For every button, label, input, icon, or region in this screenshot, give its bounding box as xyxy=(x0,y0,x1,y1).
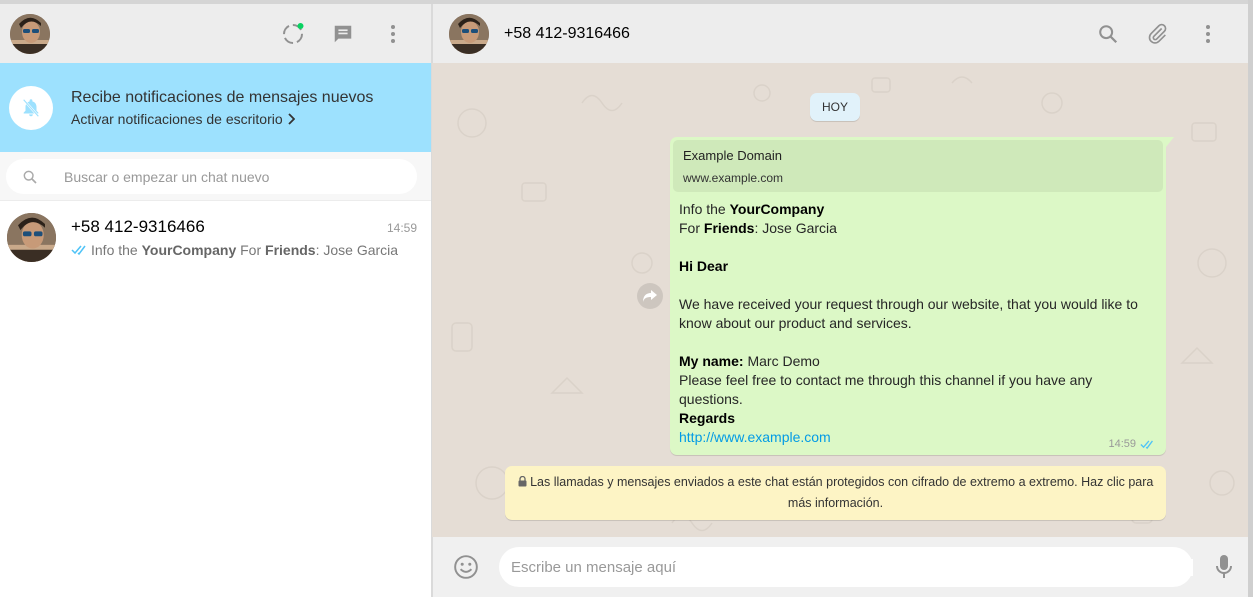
msg-line-1a: Info the xyxy=(679,201,730,217)
sidebar-header xyxy=(0,4,431,63)
search-bar xyxy=(0,152,431,201)
link-preview[interactable]: Example Domain www.example.com xyxy=(673,140,1163,192)
lock-icon xyxy=(518,475,527,487)
message-input[interactable] xyxy=(511,558,1193,576)
preview-text-2: YourCompany xyxy=(141,241,237,258)
attach-icon[interactable] xyxy=(1146,22,1170,46)
msg-contact-note: Please feel free to contact me through t… xyxy=(679,372,1093,407)
message-meta: 14:59 xyxy=(1108,438,1156,450)
conversation-pane: +58 412-9316466 HOY Example Domain www.e… xyxy=(432,4,1248,597)
day-separator: HOY xyxy=(810,93,861,121)
chat-list-item[interactable]: +58 412-9316466 14:59 Info the YourCompa… xyxy=(0,201,431,273)
contact-name: +58 412-9316466 xyxy=(504,24,630,42)
notifications-title: Recibe notificaciones de mensajes nuevos xyxy=(71,88,374,106)
message-link[interactable]: http://www.example.com xyxy=(679,429,831,445)
msg-paragraph: We have received your request through ou… xyxy=(679,296,1138,331)
search-input[interactable] xyxy=(64,168,364,185)
msg-line-2c: : Jose Garcia xyxy=(754,220,837,236)
microphone-icon[interactable] xyxy=(1214,554,1234,580)
contact-header-avatar[interactable] xyxy=(449,13,489,54)
link-preview-url: www.example.com xyxy=(683,171,784,185)
msg-name-label: My name: xyxy=(679,353,744,369)
forward-icon[interactable] xyxy=(637,283,663,309)
conversation-menu-icon[interactable] xyxy=(1196,22,1220,46)
message-time: 14:59 xyxy=(1108,438,1136,450)
my-avatar[interactable] xyxy=(10,13,50,54)
preview-text-5: : Jose Garcia xyxy=(315,241,399,258)
double-check-icon xyxy=(1140,440,1153,449)
enable-notifications-link[interactable]: Activar notificaciones de escritorio xyxy=(71,111,373,127)
search-messages-icon[interactable] xyxy=(1096,22,1120,46)
preview-text-4: Friends xyxy=(265,241,316,258)
preview-text-3: For xyxy=(236,241,266,258)
double-check-icon xyxy=(71,245,86,255)
status-icon[interactable] xyxy=(281,22,305,46)
contact-avatar xyxy=(7,212,56,262)
msg-regards: Regards xyxy=(679,410,736,426)
conversation-header[interactable]: +58 412-9316466 xyxy=(432,4,1248,63)
menu-icon[interactable] xyxy=(381,22,405,46)
new-chat-icon[interactable] xyxy=(331,22,355,46)
bell-off-icon xyxy=(9,85,53,130)
chat-list-pane: Recibe notificaciones de mensajes nuevos… xyxy=(0,4,432,597)
link-preview-title: Example Domain xyxy=(683,148,782,163)
message-composer xyxy=(432,537,1248,597)
notifications-banner: Recibe notificaciones de mensajes nuevos… xyxy=(0,63,431,152)
outgoing-message[interactable]: Example Domain www.example.com Info the … xyxy=(670,137,1174,455)
encryption-notice-text: Las llamadas y mensajes enviados a este … xyxy=(530,475,1154,510)
emoji-icon[interactable] xyxy=(453,554,479,580)
enable-notifications-label: Activar notificaciones de escritorio xyxy=(71,110,283,127)
msg-line-2b: Friends xyxy=(703,220,755,236)
message-text: Info the YourCompany For Friends: Jose G… xyxy=(673,192,1163,447)
message-area: HOY Example Domain www.example.com Info … xyxy=(432,63,1248,537)
msg-line-2a: For xyxy=(679,220,704,236)
bubble-tail xyxy=(1166,137,1174,147)
window-right-edge xyxy=(1248,0,1253,597)
preview-text-1: Info the xyxy=(91,241,142,258)
encryption-notice[interactable]: Las llamadas y mensajes enviados a este … xyxy=(505,466,1166,520)
search-icon[interactable] xyxy=(22,169,38,185)
msg-name-value: Marc Demo xyxy=(743,353,820,369)
whatsapp-web-app: Recibe notificaciones de mensajes nuevos… xyxy=(0,4,1248,597)
msg-greeting: Hi Dear xyxy=(679,258,729,274)
search-box xyxy=(6,159,417,194)
chat-time: 14:59 xyxy=(386,220,417,235)
chat-preview: Info the YourCompany For Friends: Jose G… xyxy=(71,242,417,258)
msg-line-1b: YourCompany xyxy=(729,201,825,217)
message-input-box xyxy=(499,547,1193,587)
chevron-right-icon xyxy=(288,112,295,125)
chat-name: +58 412-9316466 xyxy=(71,216,205,236)
